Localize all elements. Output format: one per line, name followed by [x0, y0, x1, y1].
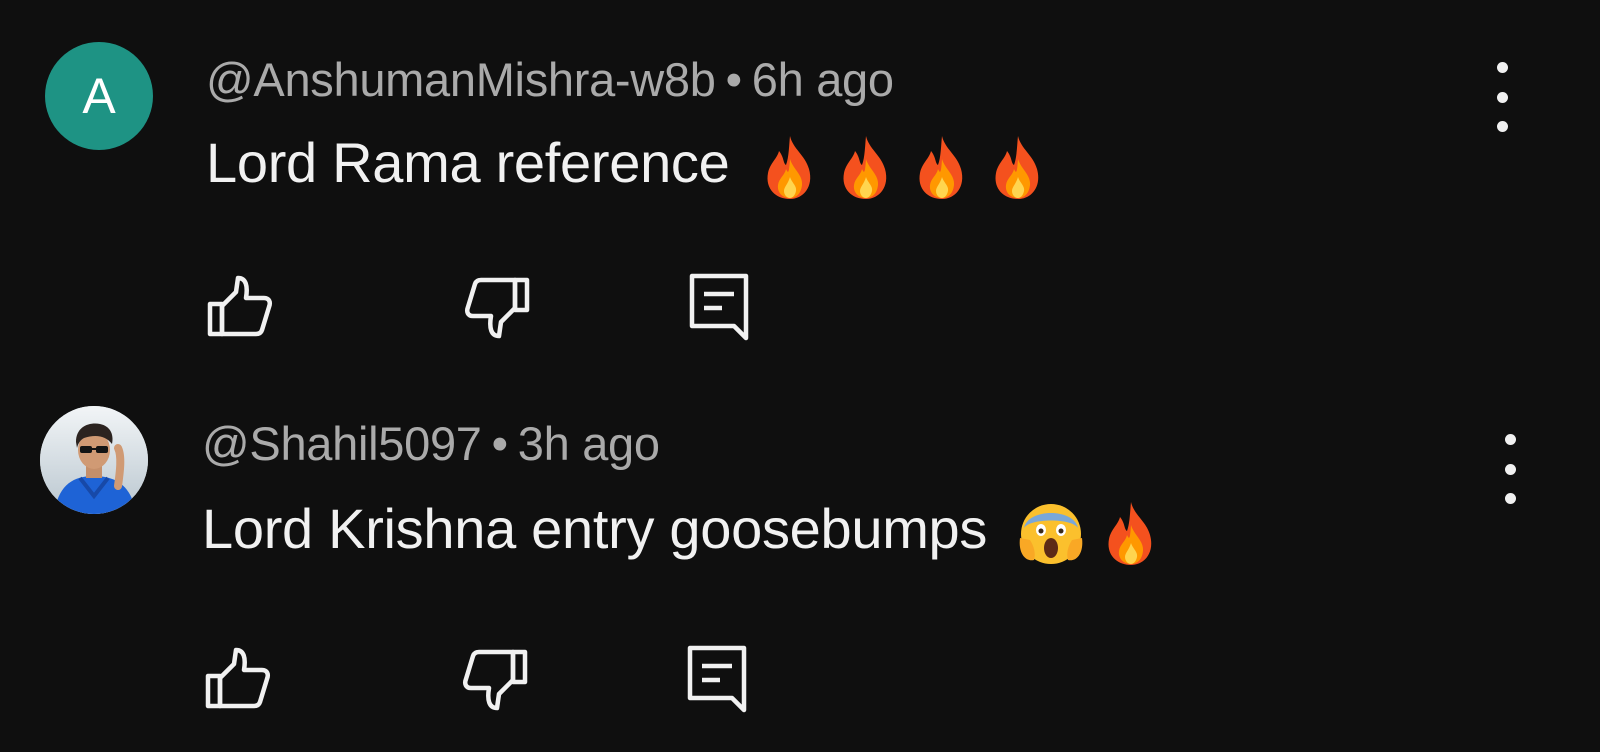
reply-icon[interactable] [688, 272, 758, 342]
avatar-letter: A [82, 68, 116, 124]
fire-emoji [835, 133, 897, 201]
more-options-icon[interactable] [1487, 62, 1517, 132]
comment-time: 3h ago [517, 417, 660, 470]
meta-separator: • [725, 53, 742, 106]
comment-username[interactable]: @Shahil5097 [202, 417, 482, 470]
avatar[interactable]: A [45, 42, 153, 150]
comment-text: Lord Rama reference [206, 130, 1049, 201]
comment-time: 6h ago [751, 53, 894, 106]
profile-photo [40, 406, 148, 514]
fire-emoji [759, 133, 821, 201]
fire-emoji [1100, 499, 1162, 567]
comment-meta: @Shahil5097 • 3h ago [202, 416, 660, 471]
avatar[interactable] [40, 406, 148, 514]
thumbs-up-icon[interactable] [206, 272, 276, 342]
comment-username[interactable]: @AnshumanMishra-w8b [206, 53, 716, 106]
comment-meta: @AnshumanMishra-w8b • 6h ago [206, 52, 894, 107]
comment-item: A @AnshumanMishra-w8b • 6h ago Lord Rama r… [0, 0, 1600, 370]
comment-body: Lord Rama reference [206, 131, 730, 194]
comment-body: Lord Krishna entry goosebumps [202, 497, 988, 560]
screaming-face-emoji [1016, 498, 1086, 568]
comments-list: A @AnshumanMishra-w8b • 6h ago Lord Rama r… [0, 0, 1600, 752]
thumbs-up-icon[interactable] [204, 644, 274, 714]
more-options-icon[interactable] [1495, 434, 1525, 504]
comment-text: Lord Krishna entry goosebumps [202, 496, 1162, 568]
fire-emoji [987, 133, 1049, 201]
comment-item: @Shahil5097 • 3h ago Lord Krishna entry go… [0, 370, 1600, 740]
thumbs-down-icon[interactable] [459, 644, 529, 714]
meta-separator: • [491, 417, 508, 470]
reply-icon[interactable] [686, 644, 756, 714]
fire-emoji [911, 133, 973, 201]
thumbs-down-icon[interactable] [461, 272, 531, 342]
